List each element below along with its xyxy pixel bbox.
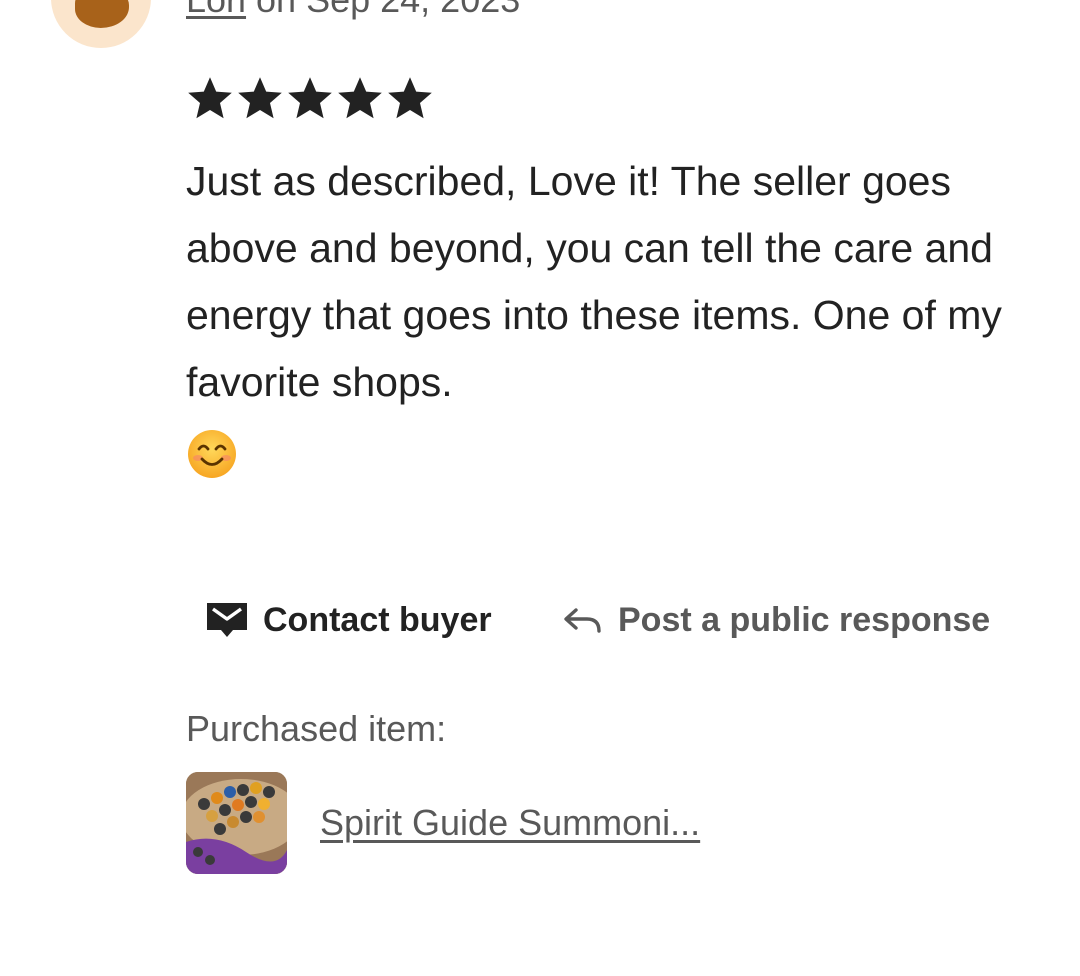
contact-buyer-label: Contact buyer <box>263 600 492 639</box>
purchased-item-label: Purchased item: <box>186 708 447 749</box>
star-rating <box>186 74 434 122</box>
reviewer-avatar[interactable] <box>51 0 151 48</box>
purchased-item-link[interactable]: Spirit Guide Summoni... <box>320 800 700 846</box>
post-public-response-label: Post a public response <box>618 600 991 639</box>
review-date: on Sep 24, 2023 <box>246 0 520 20</box>
item-thumbnail[interactable] <box>186 772 287 874</box>
star-icon <box>388 77 432 119</box>
post-public-response-button[interactable]: Post a public response <box>562 594 990 646</box>
star-icon <box>188 77 232 119</box>
review-text: Just as described, Love it! The seller g… <box>186 158 1002 405</box>
mail-icon <box>207 603 247 637</box>
avatar-image <box>75 0 129 28</box>
smiling-face-icon <box>188 430 236 478</box>
reply-arrow-icon <box>564 608 601 633</box>
star-icon <box>288 77 332 119</box>
review-meta: Lori on Sep 24, 2023 <box>186 0 520 22</box>
star-icon <box>238 77 282 119</box>
contact-buyer-button[interactable]: Contact buyer <box>205 594 492 646</box>
star-icon <box>338 77 382 119</box>
reviewer-name-link[interactable]: Lori <box>186 0 246 20</box>
item-thumbnail-image <box>186 772 287 874</box>
